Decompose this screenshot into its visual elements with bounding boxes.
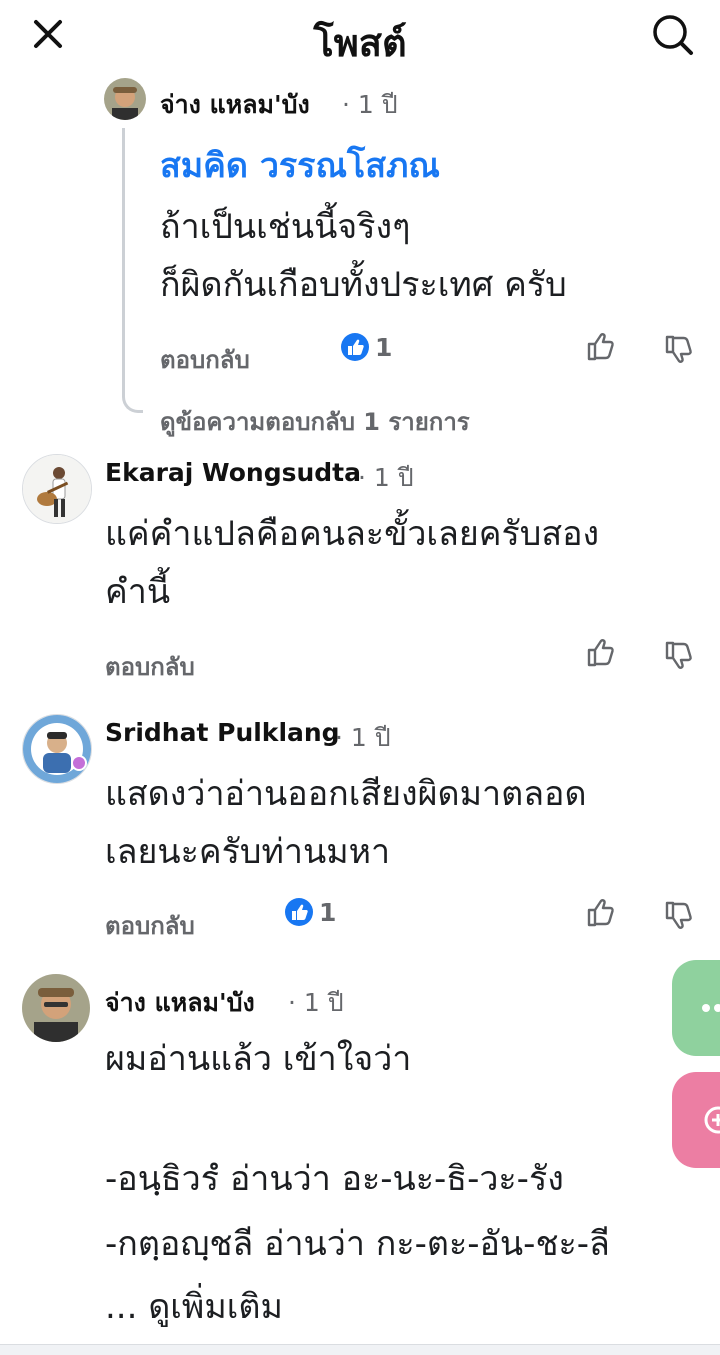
comment-text-line: -กตฺอญฺชลี อ่านว่า กะ-ตะ-อัน-ชะ-ลี — [105, 1224, 610, 1264]
like-icon — [340, 332, 370, 362]
thumbs-up-icon — [587, 333, 614, 361]
comment-text: ถ้าเป็นเช่นนี้จริงๆ ก็ผิดกันเกือบทั้งประ… — [160, 207, 567, 305]
thumbs-up-icon — [587, 639, 614, 667]
comment-text: แสดงว่าอ่านออกเสียงผิดมาตลอด เลยนะครับท่… — [105, 774, 587, 872]
view-replies-link[interactable]: ดูข้อความตอบกลับ 1 รายการ — [160, 402, 470, 441]
dislike-button[interactable] — [662, 898, 696, 932]
comment-text: ผมอ่านแล้ว เข้าใจว่า — [105, 1039, 412, 1079]
comment-author[interactable]: จ่าง แหลม'บัง — [160, 85, 310, 125]
thumbs-down-icon — [665, 335, 692, 363]
like-button[interactable] — [584, 330, 618, 364]
reply-button[interactable]: ตอบกลับ — [105, 647, 195, 686]
more-dots-icon — [702, 1004, 720, 1012]
avatar-photo — [104, 78, 146, 120]
comment-time[interactable]: · 1 ปี — [342, 85, 398, 125]
chat-fab-button[interactable] — [672, 960, 720, 1056]
avatar[interactable] — [22, 974, 90, 1042]
see-more-link[interactable]: ... ดูเพิ่มเติม — [105, 1278, 283, 1336]
add-fab-button[interactable] — [672, 1072, 720, 1168]
avatar-photo — [23, 455, 91, 523]
avatar[interactable] — [22, 454, 92, 524]
dislike-button[interactable] — [662, 332, 696, 366]
reply-button[interactable]: ตอบกลับ — [105, 906, 195, 945]
avatar-photo — [22, 974, 90, 1042]
comment-time[interactable]: · 1 ปี — [288, 983, 344, 1023]
reaction-count[interactable]: 1 — [375, 333, 392, 362]
page-title: โพสต์ — [313, 21, 407, 65]
comment-time[interactable]: · 1 ปี — [335, 718, 391, 758]
thumbs-down-icon — [665, 901, 692, 929]
thumbs-up-icon — [587, 899, 614, 927]
comment-author[interactable]: Ekaraj Wongsudta — [105, 458, 361, 487]
avatar[interactable] — [104, 78, 146, 120]
comment-text: แค่คำแปลคือคนละขั้วเลยครับสอง คำนี้ — [105, 514, 600, 612]
comment-text-line: -อนฺธิวรํ อ่านว่า อะ-นะ-ธิ-วะ-รัง — [105, 1159, 564, 1199]
reply-button[interactable]: ตอบกลับ — [160, 340, 250, 379]
avatar-photo — [23, 715, 91, 783]
comment-time[interactable]: · 1 ปี — [358, 458, 414, 498]
mention-link[interactable]: สมคิด วรรณโสภณ — [160, 138, 440, 192]
reaction-count[interactable]: 1 — [319, 898, 336, 927]
comment-author[interactable]: Sridhat Pulklang — [105, 718, 340, 747]
like-button[interactable] — [584, 896, 618, 930]
comment-author[interactable]: จ่าง แหลม'บัง — [105, 983, 255, 1023]
dislike-button[interactable] — [662, 638, 696, 672]
thread-connector — [122, 128, 143, 413]
like-button[interactable] — [584, 636, 618, 670]
bottom-divider — [0, 1344, 720, 1355]
search-button[interactable] — [644, 6, 700, 62]
like-icon — [284, 897, 314, 927]
search-icon — [653, 15, 693, 55]
avatar[interactable] — [22, 714, 92, 784]
thumbs-down-icon — [665, 641, 692, 669]
plus-circle-icon — [704, 1106, 720, 1134]
